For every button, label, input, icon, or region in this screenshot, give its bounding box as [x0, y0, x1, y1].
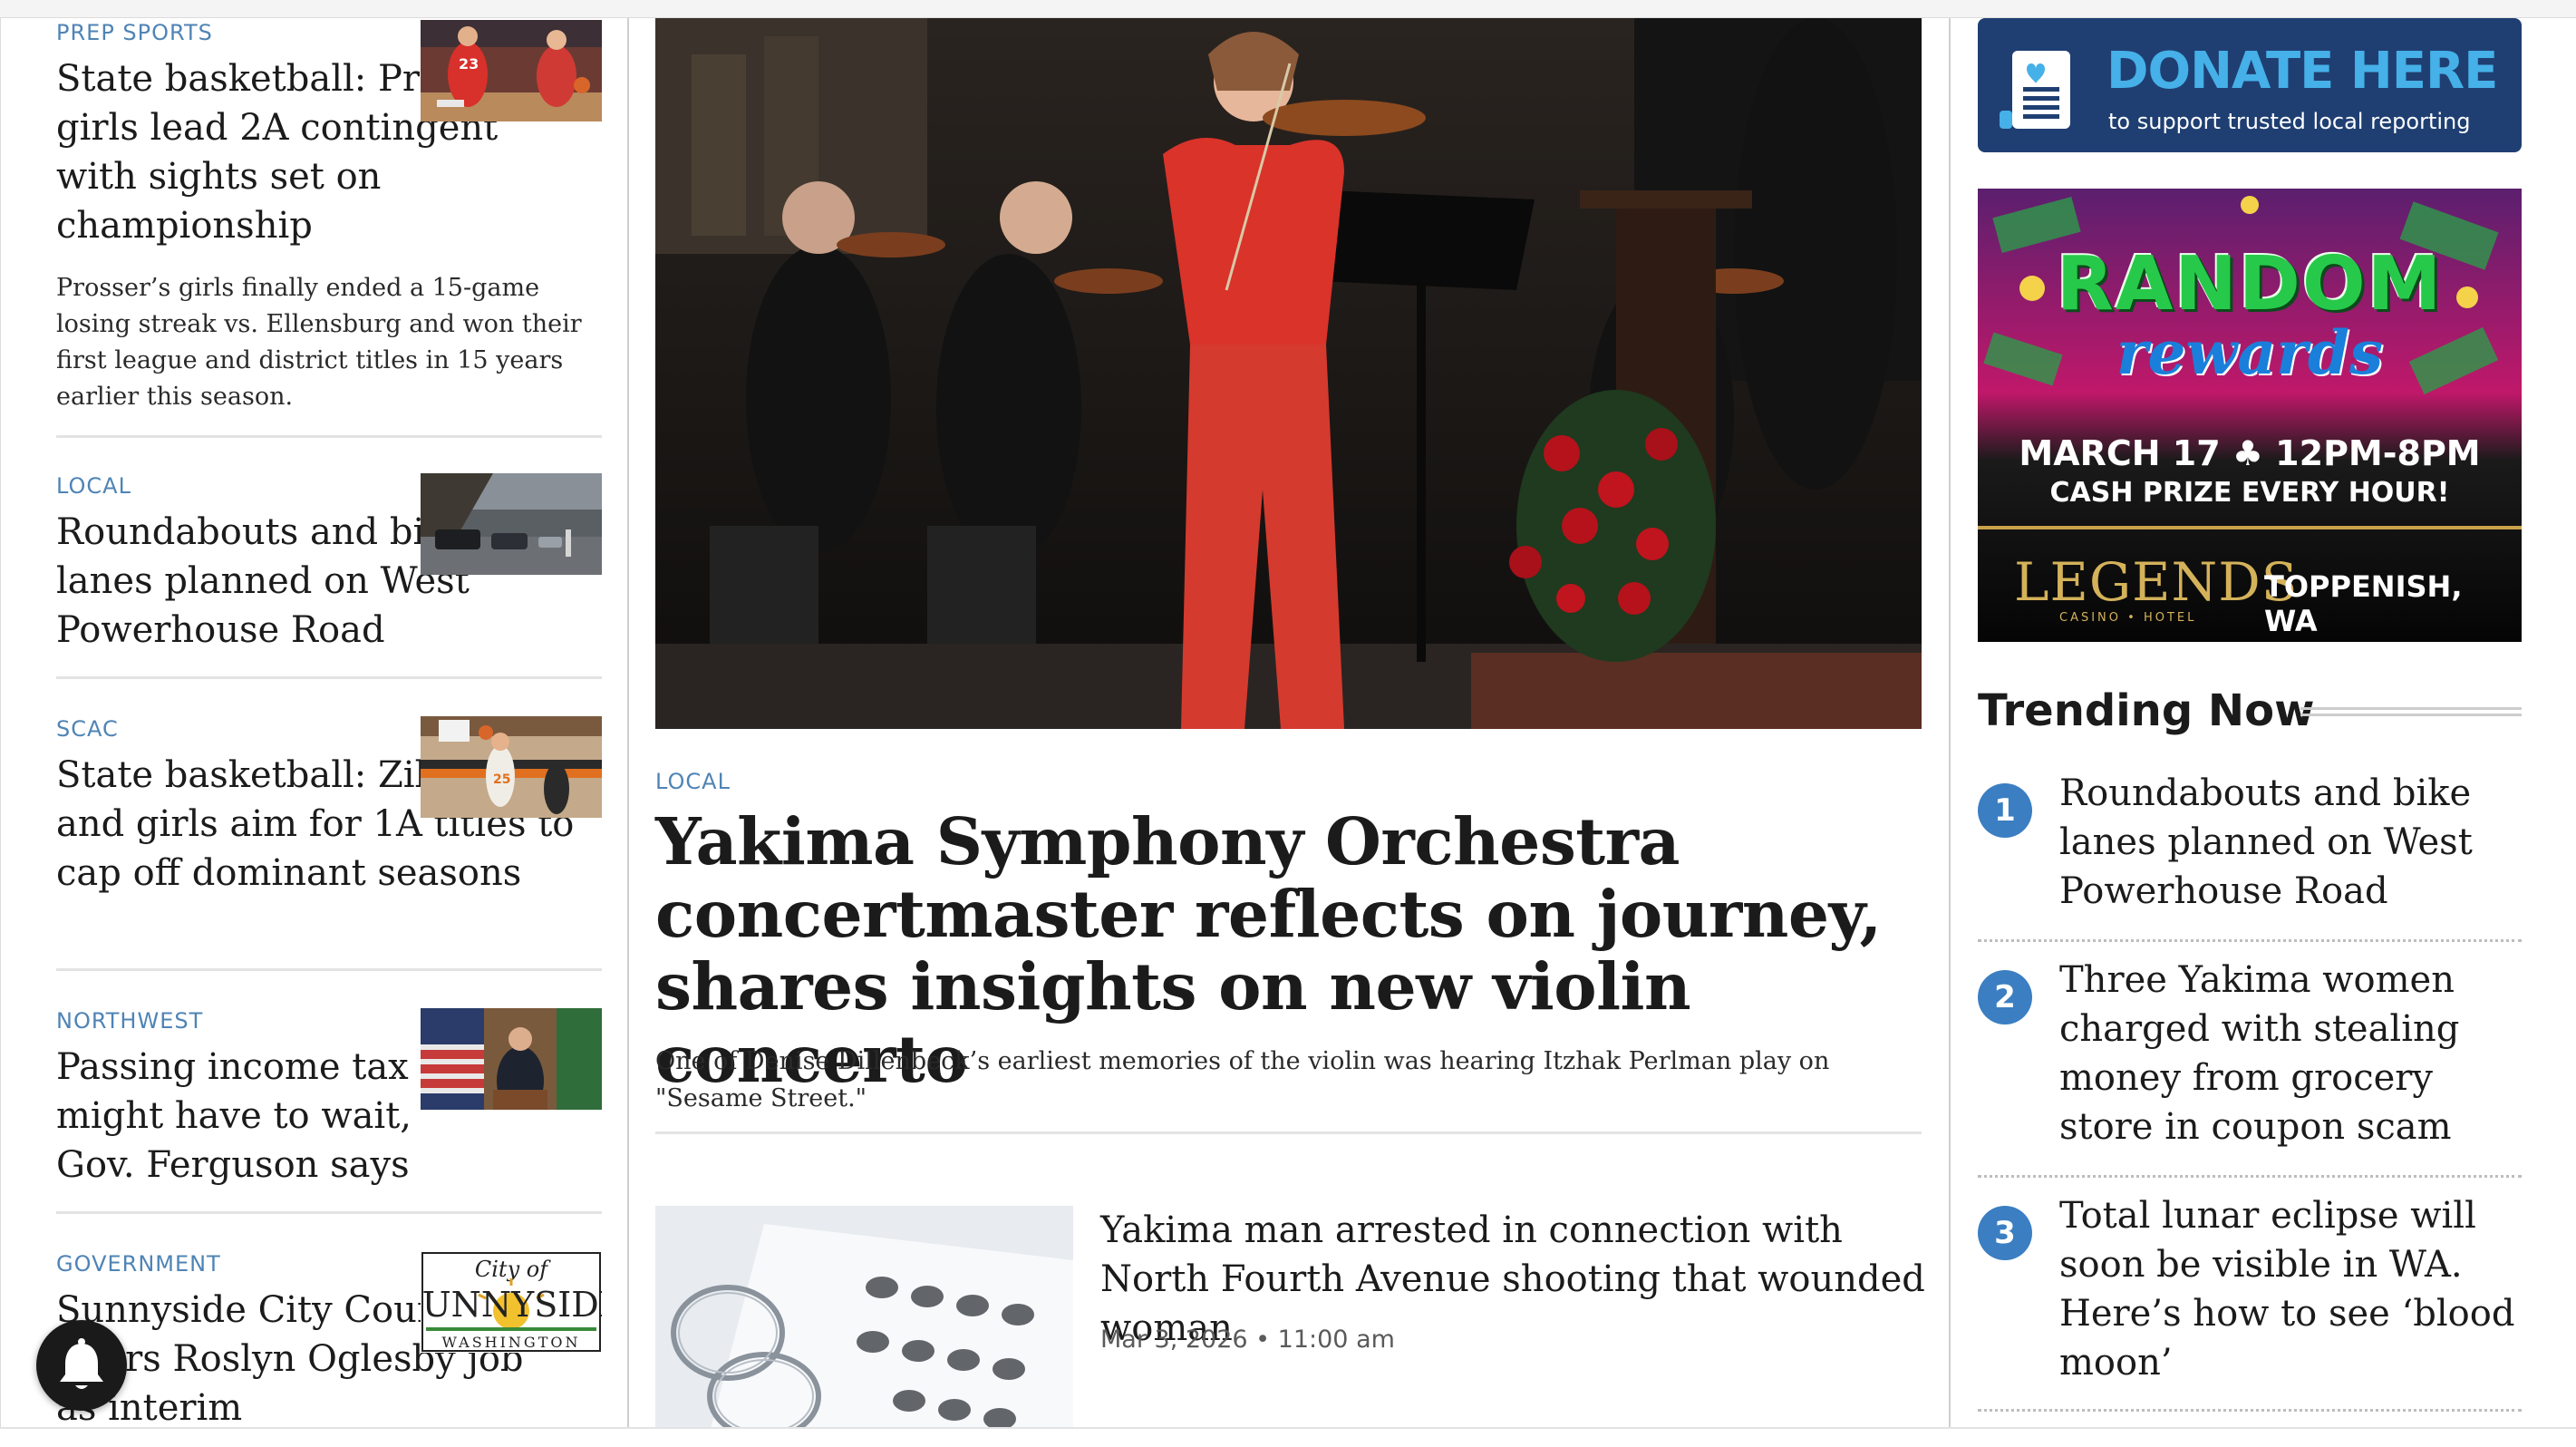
svg-text:SUNNYSIDE: SUNNYSIDE	[421, 1285, 602, 1325]
trending-rule	[2300, 707, 2522, 716]
trending-title: Trending Now	[1978, 685, 2315, 736]
column-divider-right	[1949, 18, 1951, 1427]
ad-location: TOPPENISH, WA	[2264, 569, 2463, 638]
left-story-5[interactable]: City of SUNNYSIDE WASHINGTON GOVERNMENT …	[56, 1251, 602, 1427]
secondary-story-image[interactable]	[655, 1206, 1073, 1432]
trending-item-headline[interactable]: Three Yakima women charged with stealing…	[2059, 956, 2522, 1151]
left-story-4-headline-text[interactable]: Passing income tax might have to wait, G…	[56, 1046, 412, 1186]
svg-text:WASHINGTON: WASHINGTON	[441, 1334, 580, 1351]
divider	[56, 1211, 602, 1214]
divider	[1978, 1175, 2522, 1178]
left-rail: 23 PREP SPORTS State basketball: Prosser…	[0, 18, 628, 1427]
left-story-4[interactable]: NORTHWEST Passing income tax might have …	[56, 1008, 602, 1190]
column-divider-left	[627, 18, 629, 1427]
trending-rank-badge: 1	[1978, 783, 2032, 838]
left-story-5-thumb[interactable]: City of SUNNYSIDE WASHINGTON	[421, 1251, 602, 1353]
lead-story-summary: One of Denise Dillenbeck’s earliest memo…	[655, 1047, 1830, 1112]
left-story-4-thumb[interactable]	[421, 1008, 602, 1110]
donate-banner[interactable]: DONATE HERE to support trusted local rep…	[1978, 18, 2522, 152]
ad-date-line: MARCH 17 ♣ 12PM-8PM	[2019, 433, 2481, 473]
notification-bell-button[interactable]	[36, 1320, 127, 1411]
divider	[1978, 1409, 2522, 1412]
divider	[1978, 939, 2522, 942]
donate-subtitle[interactable]: to support trusted local reporting	[2108, 109, 2471, 134]
divider	[56, 968, 602, 971]
ad-logo: LEGENDS	[2014, 551, 2299, 613]
svg-text:City of: City of	[475, 1257, 551, 1282]
donate-title[interactable]: DONATE HERE	[2106, 42, 2498, 101]
trending-rank-badge: 2	[1978, 970, 2032, 1025]
divider	[655, 1131, 1922, 1134]
browser-bottom-edge	[0, 1427, 2576, 1447]
svg-text:23: 23	[459, 55, 479, 73]
left-story-2-headline-text[interactable]: Roundabouts and bike lanes planned on We…	[56, 511, 470, 651]
divider	[56, 676, 602, 679]
left-story-3-thumb[interactable]: 25	[421, 716, 602, 818]
left-story-1-summary: Prosser’s girls finally ended a 15-game …	[56, 274, 582, 411]
secondary-story-date: Mar 3, 2026 • 11:00 am	[1100, 1326, 1395, 1354]
browser-top-edge	[0, 0, 2576, 18]
lead-story-image[interactable]	[655, 18, 1922, 729]
ad-logo-sub: CASINO • HOTEL	[2059, 611, 2197, 625]
bell-icon	[60, 1338, 103, 1389]
ad-brand-line-2: rewards	[2116, 317, 2384, 388]
left-story-1-thumb[interactable]: 23	[421, 20, 602, 121]
left-story-2[interactable]: LOCAL Roundabouts and bike lanes planned…	[56, 473, 602, 655]
trending-item-headline[interactable]: Roundabouts and bike lanes planned on We…	[2059, 769, 2522, 916]
left-story-2-thumb[interactable]	[421, 473, 602, 575]
left-story-3[interactable]: 25 SCAC State basketball: Zillah boys an…	[56, 716, 602, 898]
advertisement[interactable]: RANDOM rewards MARCH 17 ♣ 12PM-8PM CASH …	[1978, 189, 2522, 642]
ad-brand-line-1: RANDOM	[2056, 241, 2444, 327]
divider	[56, 435, 602, 438]
lead-story-kicker[interactable]: LOCAL	[655, 769, 731, 794]
left-story-4-headline[interactable]: Passing income tax might have to wait, G…	[56, 1043, 419, 1190]
donation-form-icon	[1996, 45, 2087, 136]
trending-item-headline[interactable]: Total lunar eclipse will soon be visible…	[2059, 1191, 2522, 1387]
trending-rank-badge: 3	[1978, 1206, 2032, 1260]
svg-text:25: 25	[493, 772, 510, 787]
ad-prize-line: CASH PRIZE EVERY HOUR!	[2049, 477, 2450, 509]
left-story-1[interactable]: 23 PREP SPORTS State basketball: Prosser…	[56, 20, 602, 415]
